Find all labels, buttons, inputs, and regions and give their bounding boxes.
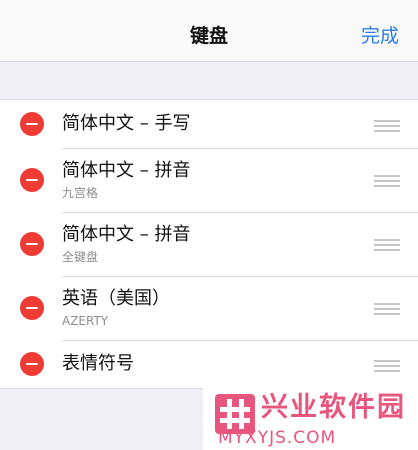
keyboard-title: 简体中文 – 手写 xyxy=(62,113,191,134)
keyboard-title: 表情符号 xyxy=(62,353,134,374)
keyboard-row-emoji: 表情符号 xyxy=(0,340,418,388)
delete-minus-icon[interactable] xyxy=(20,112,44,136)
page-title: 键盘 xyxy=(189,25,228,47)
delete-minus-icon[interactable] xyxy=(20,296,44,320)
reorder-handle-icon[interactable] xyxy=(374,120,400,132)
keyboard-title: 英语（美国） xyxy=(62,288,170,309)
delete-minus-icon[interactable] xyxy=(20,168,44,192)
keyboard-subtitle: AZERTY xyxy=(62,314,109,328)
delete-minus-icon[interactable] xyxy=(20,352,44,376)
navigation-bar: 键盘 完成 xyxy=(0,0,418,62)
keyboard-subtitle: 九宫格 xyxy=(62,186,99,200)
keyboard-row-pinyin-9key: 简体中文 – 拼音 九宫格 xyxy=(0,148,418,212)
done-button[interactable]: 完成 xyxy=(361,22,399,50)
navbar-divider xyxy=(0,61,418,62)
keyboard-title: 简体中文 – 拼音 xyxy=(62,160,191,181)
delete-minus-icon[interactable] xyxy=(20,232,44,256)
reorder-handle-icon[interactable] xyxy=(374,303,400,315)
watermark-name: 兴业软件园 xyxy=(261,392,406,423)
keyboard-row-handwriting: 简体中文 – 手写 xyxy=(0,100,418,148)
watermark: 兴业软件园 MYXYJS.COM xyxy=(203,388,418,450)
keyboard-row-pinyin-full: 简体中文 – 拼音 全键盘 xyxy=(0,212,418,276)
reorder-handle-icon[interactable] xyxy=(374,239,400,251)
reorder-handle-icon[interactable] xyxy=(374,175,400,187)
keyboard-title: 简体中文 – 拼音 xyxy=(62,224,191,245)
keyboard-subtitle: 全键盘 xyxy=(62,250,99,264)
reorder-handle-icon[interactable] xyxy=(374,360,400,372)
keyboard-list: 简体中文 – 手写 简体中文 – 拼音 九宫格 简体中文 – 拼音 全键盘 英语… xyxy=(0,99,418,389)
watermark-domain: MYXYJS.COM xyxy=(218,428,337,448)
keyboard-row-english: 英语（美国） AZERTY xyxy=(0,276,418,340)
